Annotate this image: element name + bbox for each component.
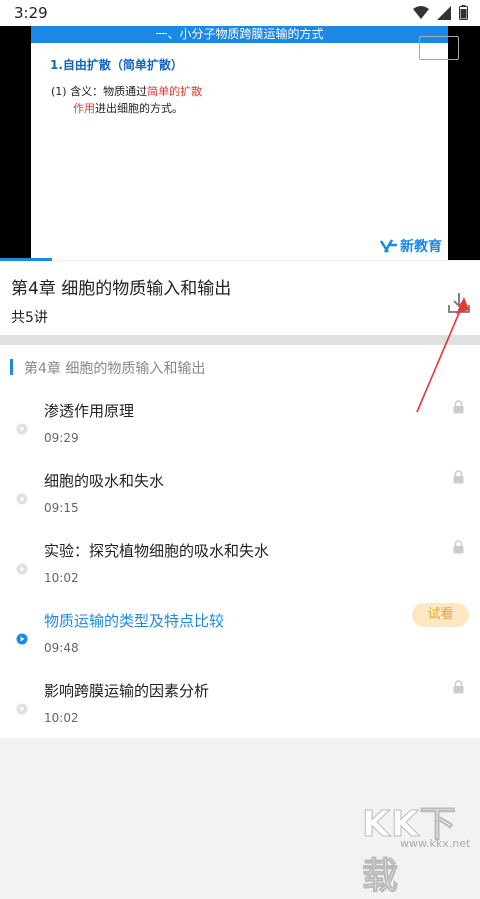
play-icon (16, 563, 28, 575)
slide-heading: 1.自由扩散（简单扩散） (50, 58, 183, 72)
lock-icon (453, 470, 464, 484)
brand-logo-text: 新教育 (400, 239, 442, 255)
lesson-item[interactable]: 影响跨膜运输的因素分析 10:02 (0, 680, 480, 750)
lesson-item-active[interactable]: 物质运输的类型及特点比较 09:48 试看 (0, 603, 480, 680)
status-time: 3:29 (14, 4, 48, 22)
slide-text-rest: 进出细胞的方式。 (95, 102, 183, 115)
lesson-name: 细胞的吸水和失水 (44, 472, 165, 490)
status-bar: 3:29 (0, 0, 480, 26)
lesson-list: 第4章 细胞的物质输入和输出 渗透作用原理 09:29 细胞的吸水和失水 09:… (0, 345, 480, 738)
lesson-item[interactable]: 细胞的吸水和失水 09:15 (0, 470, 480, 540)
site-watermark: KK下载 www.kkx.net (362, 795, 480, 898)
brand-logo: 新教育 (380, 236, 442, 256)
course-title: 第4章 细胞的物质输入和输出 (11, 279, 232, 299)
lock-icon (453, 680, 464, 694)
slide-text-prefix: (1) 含义：物质通过 (51, 85, 148, 98)
lesson-duration: 09:29 (44, 431, 79, 445)
lesson-name: 物质运输的类型及特点比较 (44, 612, 225, 630)
lock-icon (453, 400, 464, 414)
lesson-duration: 09:15 (44, 501, 79, 515)
download-icon[interactable] (447, 291, 471, 315)
lesson-name: 影响跨膜运输的因素分析 (44, 682, 210, 700)
wifi-icon (413, 6, 429, 19)
chapter-title: 第4章 细胞的物质输入和输出 (24, 361, 206, 377)
play-icon (16, 493, 28, 505)
section-divider (0, 335, 480, 345)
fullscreen-button[interactable] (419, 36, 459, 60)
chapter-accent-bar (10, 359, 13, 375)
slide-text-highlight: 简单的扩散 (147, 85, 203, 98)
lesson-item[interactable]: 渗透作用原理 09:29 (0, 400, 480, 470)
lesson-duration: 10:02 (44, 571, 79, 585)
course-info: 第4章 细胞的物质输入和输出 共5讲 (0, 261, 480, 335)
trial-badge[interactable]: 试看 (412, 603, 469, 627)
lesson-name: 渗透作用原理 (44, 402, 135, 420)
lesson-duration: 10:02 (44, 711, 79, 725)
watermark-url: www.kkx.net (400, 837, 471, 850)
status-icons (413, 5, 468, 20)
lesson-duration: 09:48 (44, 641, 79, 655)
video-player[interactable]: 一、小分子物质跨膜运输的方式 1.自由扩散（简单扩散） (1) 含义：物质通过简… (0, 26, 480, 260)
slide-text-line-1: (1) 含义：物质通过简单的扩散 (51, 83, 202, 99)
brand-logo-icon (380, 239, 397, 253)
play-icon (16, 703, 28, 715)
lecture-slide: 一、小分子物质跨膜运输的方式 1.自由扩散（简单扩散） (1) 含义：物质通过简… (31, 26, 448, 260)
lesson-item[interactable]: 实验：探究植物细胞的吸水和失水 10:02 (0, 540, 480, 610)
battery-icon (459, 5, 468, 20)
play-icon-active (16, 633, 28, 645)
signal-icon (437, 5, 451, 20)
lock-icon (453, 540, 464, 554)
lesson-name: 实验：探究植物细胞的吸水和失水 (44, 542, 270, 560)
slide-title: 一、小分子物质跨膜运输的方式 (31, 26, 448, 43)
play-icon (16, 423, 28, 435)
slide-text-line-2: 作用进出细胞的方式。 (73, 100, 183, 116)
slide-text-highlight-2: 作用 (73, 102, 95, 115)
lesson-count: 共5讲 (11, 310, 48, 326)
